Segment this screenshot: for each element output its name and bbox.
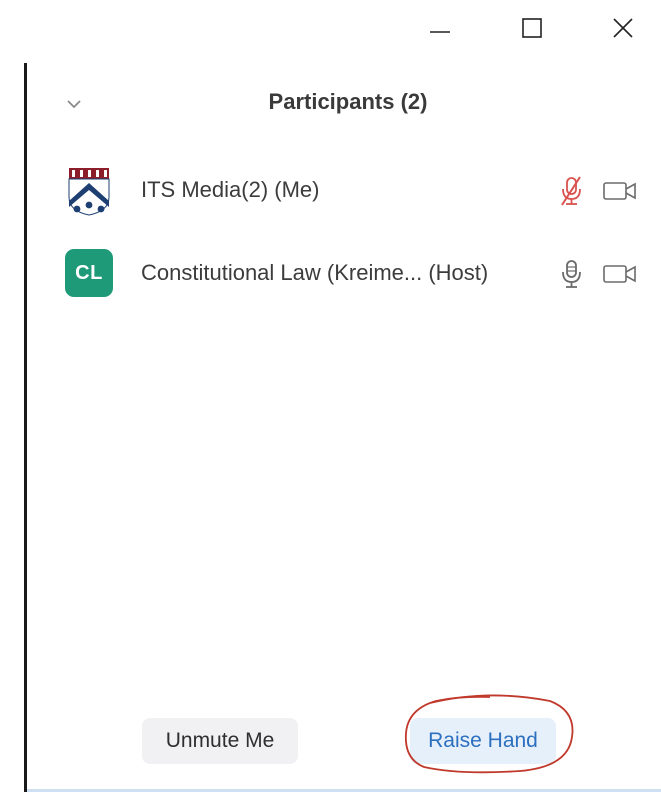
raise-hand-button[interactable]: Raise Hand bbox=[410, 718, 556, 764]
microphone-muted-icon[interactable] bbox=[558, 175, 584, 207]
video-camera-icon[interactable] bbox=[602, 180, 638, 202]
maximize-button[interactable] bbox=[510, 10, 554, 46]
panel-title: Participants (2) bbox=[268, 89, 428, 114]
video-camera-icon[interactable] bbox=[602, 263, 638, 285]
minimize-button[interactable] bbox=[418, 10, 462, 46]
university-shield-logo bbox=[68, 168, 110, 216]
participant-name: Constitutional Law (Kreime... (Host) bbox=[141, 260, 489, 285]
panel-left-border bbox=[24, 63, 27, 792]
participant-name: ITS Media(2) (Me) bbox=[141, 177, 320, 202]
close-button[interactable] bbox=[601, 10, 645, 46]
zoom-participants-window: Participants (2) ITS Media(2) (Me) CL Co… bbox=[0, 0, 661, 792]
close-icon bbox=[613, 18, 633, 38]
minimize-icon bbox=[430, 31, 450, 33]
participant-row[interactable]: ITS Media(2) (Me) bbox=[50, 163, 650, 219]
chevron-down-icon[interactable] bbox=[64, 96, 84, 112]
avatar: CL bbox=[65, 249, 113, 297]
maximize-icon bbox=[522, 18, 542, 38]
participant-row[interactable]: CL Constitutional Law (Kreime... (Host) bbox=[50, 246, 650, 302]
unmute-me-button[interactable]: Unmute Me bbox=[142, 718, 298, 764]
microphone-icon[interactable] bbox=[558, 258, 584, 290]
